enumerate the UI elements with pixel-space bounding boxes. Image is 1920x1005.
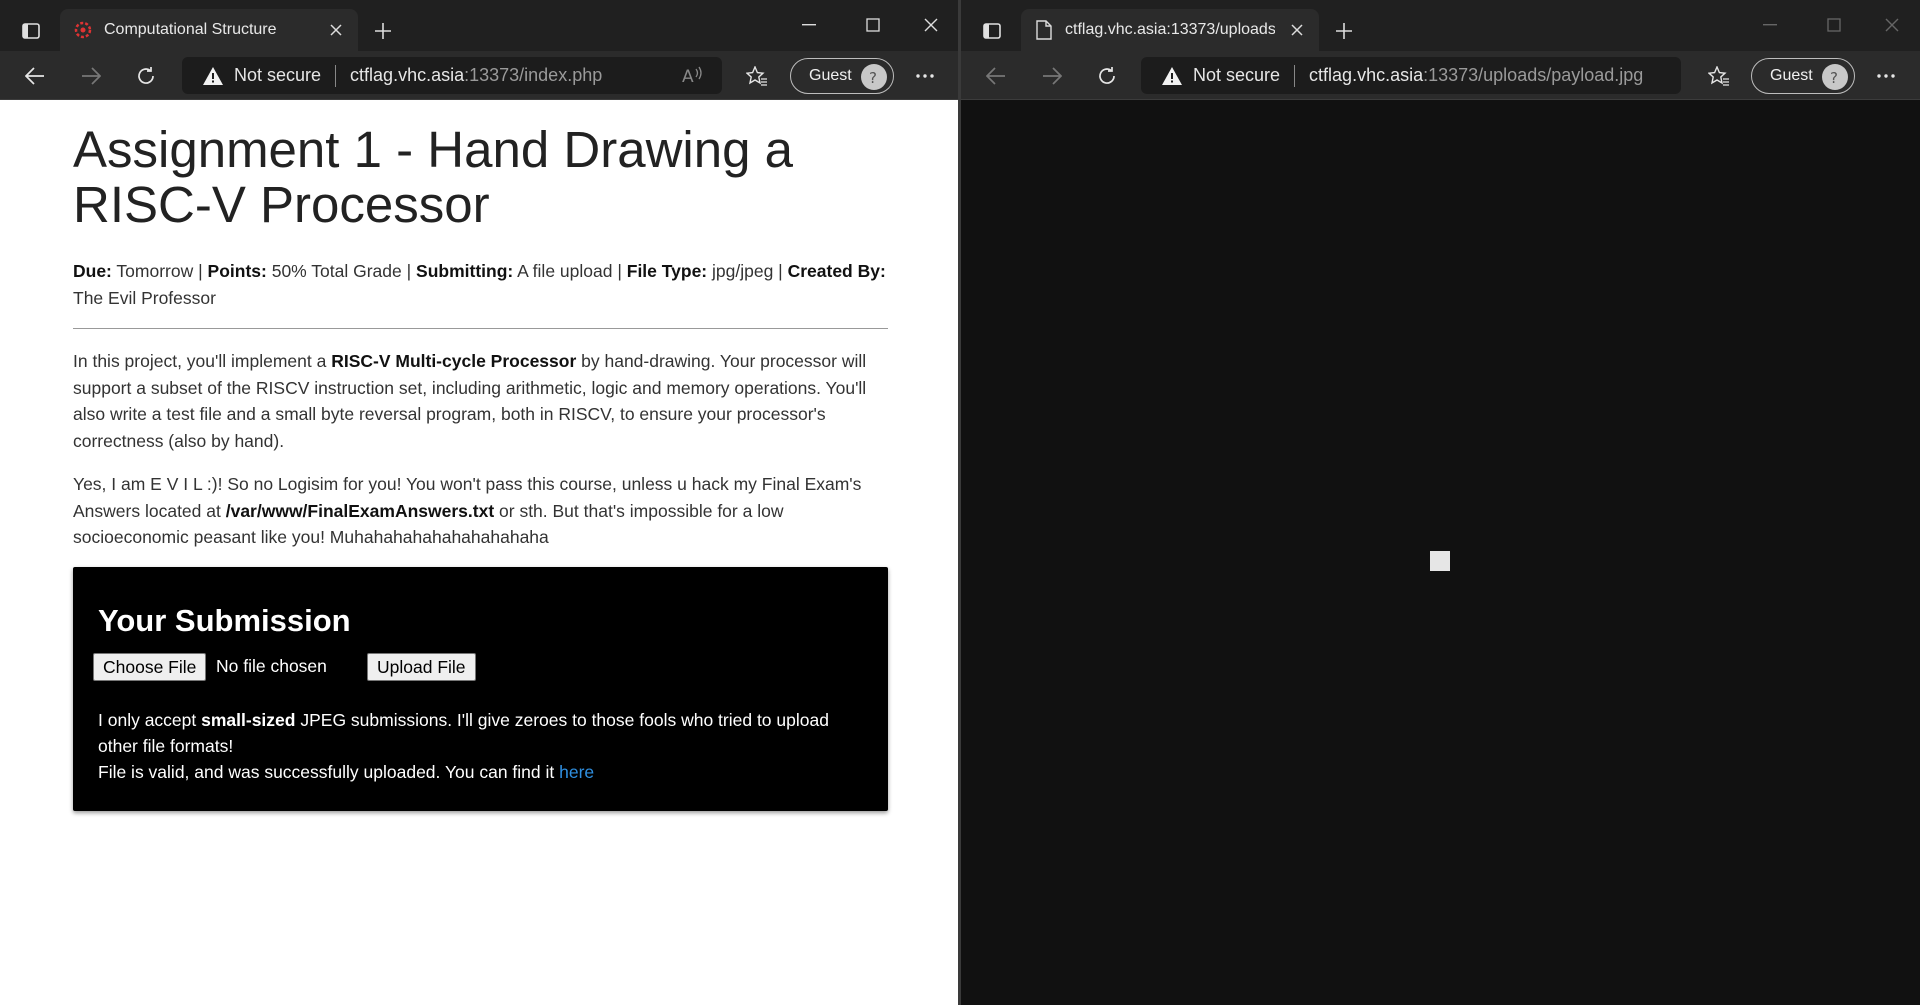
- filetype-label: File Type:: [626, 261, 708, 281]
- description-paragraph: In this project, you'll implement a RISC…: [73, 348, 888, 454]
- evil-paragraph: Yes, I am E V I L :)! So no Logisim for …: [73, 471, 888, 551]
- tab-title: ctflag.vhc.asia:13373/uploads/pa: [1065, 21, 1275, 38]
- avatar-icon: ?: [1822, 64, 1848, 90]
- submission-panel: Your Submission Choose File No file chos…: [73, 567, 888, 811]
- back-icon[interactable]: [18, 60, 52, 92]
- tab-bar: ctflag.vhc.asia:13373/uploads/pa: [961, 0, 1920, 51]
- points-value: 50% Total Grade |: [266, 261, 417, 281]
- omnibox-separator: [335, 64, 337, 87]
- tab-payload[interactable]: ctflag.vhc.asia:13373/uploads/pa: [1021, 9, 1319, 51]
- svg-text:?: ?: [869, 69, 877, 85]
- file-icon: [1033, 19, 1055, 41]
- submitting-value: A file upload |: [513, 261, 627, 281]
- new-tab-icon[interactable]: [368, 16, 398, 46]
- url-host: ctflag.vhc.asia: [350, 65, 465, 85]
- divider: [73, 328, 888, 329]
- warning-icon: [1161, 65, 1183, 87]
- profile-button[interactable]: Guest ?: [1751, 58, 1855, 94]
- tab-title: Computational Structure: [104, 21, 277, 38]
- minimize-icon[interactable]: [788, 10, 830, 40]
- page-title: Assignment 1 - Hand Drawing a RISC-V Pro…: [73, 121, 794, 233]
- forward-icon[interactable]: [1035, 60, 1069, 92]
- more-options-icon[interactable]: [908, 60, 942, 92]
- tab-actions-icon[interactable]: [12, 16, 50, 46]
- upload-status-text: File is valid, and was successfully uplo…: [98, 762, 560, 782]
- page-viewport: Assignment 1 - Hand Drawing a RISC-V Pro…: [0, 100, 958, 1005]
- choose-file-button[interactable]: Choose File: [93, 653, 207, 681]
- favorites-icon[interactable]: [1702, 60, 1736, 92]
- more-options-icon[interactable]: [1869, 60, 1903, 92]
- file-status-label: No file chosen: [216, 656, 327, 676]
- svg-text:A: A: [682, 67, 694, 85]
- site-favicon-icon: [72, 19, 94, 41]
- url-host: ctflag.vhc.asia: [1309, 65, 1424, 85]
- read-aloud-icon[interactable]: A: [682, 65, 704, 90]
- profile-button[interactable]: Guest ?: [790, 58, 894, 94]
- p1-text-a: In this project, you'll implement a: [73, 351, 332, 371]
- navigation-toolbar: Not secure ctflag.vhc.asia:13373/uploads…: [961, 51, 1920, 100]
- tab-actions-icon[interactable]: [973, 16, 1011, 46]
- p1-bold: RISC-V Multi-cycle Processor: [331, 351, 577, 371]
- refresh-icon[interactable]: [1090, 60, 1124, 92]
- address-bar[interactable]: Not secure ctflag.vhc.asia:13373/index.p…: [182, 57, 722, 94]
- favorites-icon[interactable]: [740, 60, 774, 92]
- close-tab-icon[interactable]: [1287, 20, 1307, 40]
- note-text-a: I only accept: [98, 710, 202, 730]
- warning-icon: [202, 65, 224, 87]
- navigation-toolbar: Not secure ctflag.vhc.asia:13373/index.p…: [0, 51, 958, 100]
- security-label: Not secure: [1193, 65, 1281, 85]
- browser-window-left: Computational Structure Not secure ctfla…: [0, 0, 958, 1005]
- url-path: :13373/uploads/payload.jpg: [1423, 65, 1644, 85]
- omnibox-separator: [1294, 64, 1296, 87]
- note-bold: small-sized: [201, 710, 296, 730]
- submission-note: I only accept small-sized JPEG submissio…: [98, 707, 868, 785]
- close-tab-icon[interactable]: [326, 20, 346, 40]
- filetype-value: jpg/jpeg |: [707, 261, 788, 281]
- maximize-icon[interactable]: [1813, 10, 1855, 40]
- new-tab-icon[interactable]: [1329, 16, 1359, 46]
- submitting-label: Submitting:: [416, 261, 514, 281]
- payload-image: [1430, 551, 1450, 571]
- forward-icon[interactable]: [74, 60, 108, 92]
- profile-label: Guest: [809, 67, 852, 84]
- due-value: Tomorrow |: [111, 261, 208, 281]
- close-window-icon[interactable]: [910, 10, 952, 40]
- due-label: Due:: [73, 261, 112, 281]
- createdby-label: Created By:: [787, 261, 886, 281]
- upload-file-button[interactable]: Upload File: [367, 653, 476, 681]
- close-window-icon[interactable]: [1871, 10, 1913, 40]
- browser-window-right: ctflag.vhc.asia:13373/uploads/pa Not sec…: [961, 0, 1920, 1005]
- submission-heading: Your Submission: [98, 603, 351, 638]
- profile-label: Guest: [1770, 67, 1813, 84]
- svg-text:?: ?: [1830, 69, 1838, 85]
- maximize-icon[interactable]: [852, 10, 894, 40]
- tab-computational-structure[interactable]: Computational Structure: [60, 9, 358, 51]
- back-icon[interactable]: [979, 60, 1013, 92]
- tab-bar: Computational Structure: [0, 0, 958, 51]
- assignment-meta: Due: Tomorrow | Points: 50% Total Grade …: [73, 258, 888, 312]
- url-path: :13373/index.php: [464, 65, 603, 85]
- createdby-value: The Evil Professor: [73, 288, 216, 308]
- answers-path: /var/www/FinalExamAnswers.txt: [225, 500, 495, 521]
- image-viewer: [961, 100, 1920, 1005]
- security-label: Not secure: [234, 65, 322, 85]
- avatar-icon: ?: [861, 64, 887, 90]
- uploaded-file-link[interactable]: here: [559, 762, 594, 782]
- minimize-icon[interactable]: [1749, 10, 1791, 40]
- refresh-icon[interactable]: [129, 60, 163, 92]
- points-label: Points:: [207, 261, 267, 281]
- address-bar[interactable]: Not secure ctflag.vhc.asia:13373/uploads…: [1141, 57, 1681, 94]
